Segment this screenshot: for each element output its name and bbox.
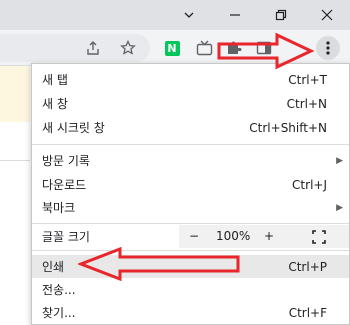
menu-item-new-tab[interactable]: 새 탭 Ctrl+T — [32, 68, 349, 91]
menu-item-cast[interactable]: 전송... — [32, 278, 349, 301]
side-panel-icon — [256, 41, 272, 55]
title-bar — [0, 0, 350, 30]
side-panel-button[interactable] — [252, 36, 276, 60]
page-banner — [0, 66, 30, 122]
menu-item-label: 새 탭 — [42, 73, 68, 87]
menu-item-label: 글꼴 크기 — [42, 230, 90, 244]
naver-extension-icon: N — [164, 40, 180, 56]
submenu-arrow-icon: ▶ — [336, 155, 343, 166]
restore-icon — [275, 9, 287, 21]
minimize-button[interactable] — [166, 0, 212, 30]
menu-item-print[interactable]: 인쇄 Ctrl+P — [32, 255, 349, 278]
extensions-button[interactable] — [222, 36, 246, 60]
tv-extension-icon — [196, 40, 212, 56]
menu-item-shortcut: Ctrl+P — [288, 259, 327, 274]
menu-item-label: 새 창 — [42, 97, 68, 111]
fullscreen-icon — [312, 230, 326, 244]
fullscreen-button[interactable] — [312, 230, 326, 244]
bookmark-star-icon — [120, 40, 136, 55]
menu-item-find[interactable]: 찾기... Ctrl+F — [32, 301, 349, 324]
minimize-window-button[interactable] — [212, 0, 258, 30]
restore-window-button[interactable] — [258, 0, 304, 30]
puzzle-extension-icon — [228, 41, 242, 54]
zoom-out-button[interactable]: − — [189, 229, 199, 243]
menu-item-label: 북마크 — [42, 201, 76, 215]
menu-item-shortcut: Ctrl+N — [286, 96, 327, 111]
menu-item-label: 방문 기록 — [42, 154, 90, 168]
share-button[interactable] — [81, 36, 105, 60]
menu-item-downloads[interactable]: 다운로드 Ctrl+J — [32, 173, 349, 196]
menu-separator — [32, 223, 349, 224]
browser-toolbar: N — [0, 30, 350, 66]
menu-item-label: 새 시크릿 창 — [42, 121, 105, 135]
menu-item-shortcut: Ctrl+T — [288, 72, 327, 87]
menu-separator — [32, 250, 349, 251]
naver-extension-button[interactable]: N — [160, 36, 184, 60]
kebab-menu-icon — [326, 41, 330, 55]
menu-item-label: 다운로드 — [42, 178, 87, 192]
zoom-level: 100% — [216, 229, 251, 243]
minimize-icon — [230, 14, 240, 16]
chrome-main-menu: 새 탭 Ctrl+T 새 창 Ctrl+N 새 시크릿 창 Ctrl+Shift… — [31, 63, 350, 325]
menu-item-label: 인쇄 — [42, 260, 65, 274]
zoom-in-button[interactable]: + — [264, 229, 274, 243]
menu-item-label: 찾기... — [42, 306, 76, 320]
tv-extension-button[interactable] — [192, 36, 216, 60]
share-icon — [87, 41, 99, 55]
chrome-menu-button[interactable] — [316, 36, 340, 60]
bookmark-button[interactable] — [116, 36, 140, 60]
menu-item-shortcut: Ctrl+J — [292, 177, 327, 192]
menu-item-label: 전송... — [42, 283, 76, 297]
page-divider — [0, 160, 30, 161]
submenu-arrow-icon: ▶ — [336, 202, 343, 213]
menu-item-new-window[interactable]: 새 창 Ctrl+N — [32, 92, 349, 115]
close-window-button[interactable] — [304, 0, 350, 30]
menu-item-shortcut: Ctrl+Shift+N — [249, 120, 327, 135]
close-icon — [321, 9, 333, 21]
menu-item-bookmarks[interactable]: 북마크 ▶ — [32, 196, 349, 219]
menu-separator — [32, 144, 349, 145]
menu-item-incognito[interactable]: 새 시크릿 창 Ctrl+Shift+N — [32, 116, 349, 139]
menu-item-shortcut: Ctrl+F — [288, 305, 327, 320]
chevron-down-icon — [184, 12, 194, 18]
menu-item-history[interactable]: 방문 기록 ▶ — [32, 149, 349, 172]
